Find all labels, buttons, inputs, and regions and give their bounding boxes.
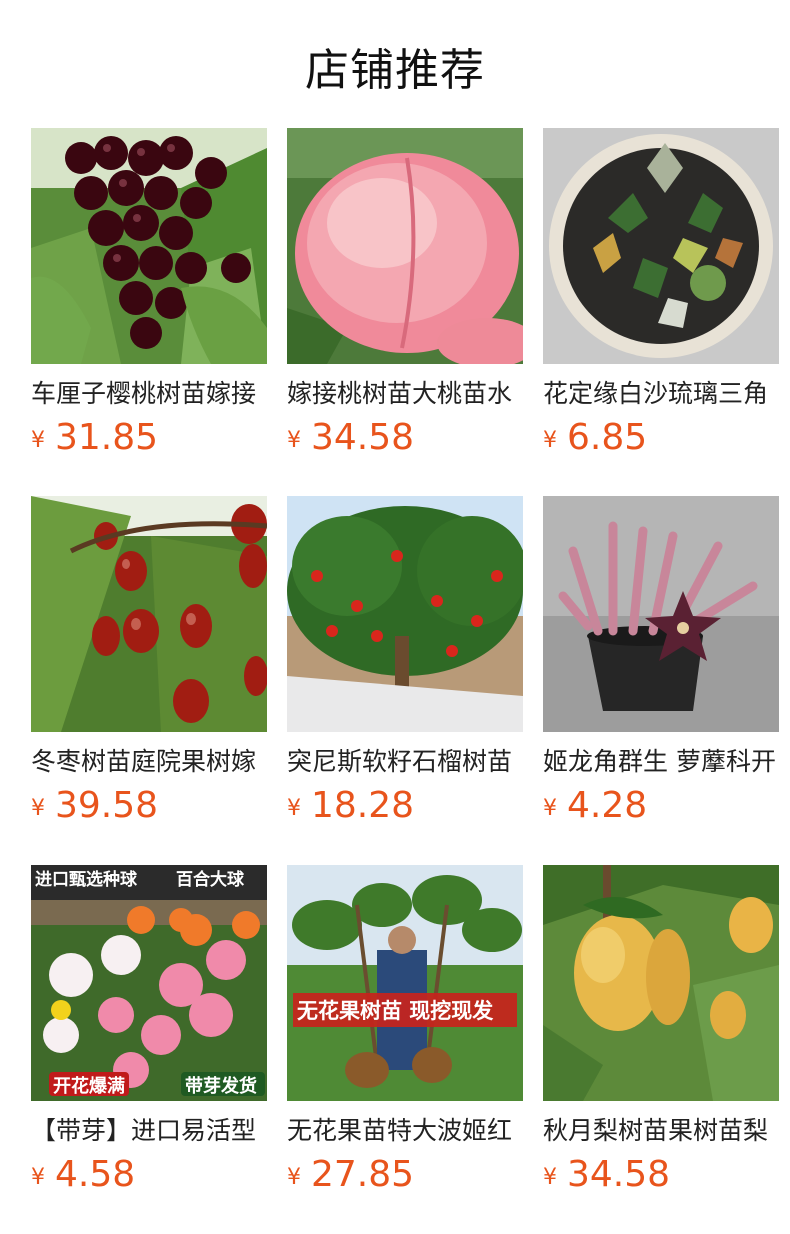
succulent-pot-image — [543, 128, 779, 364]
price-value: 27.85 — [311, 1154, 415, 1195]
product-image[interactable] — [31, 128, 267, 364]
product-image[interactable]: 进口甄选种球 百合大球 开花爆满 带芽发货 — [31, 865, 267, 1101]
product-image[interactable] — [543, 865, 779, 1101]
overlay-text: 无花果树苗 现挖现发 — [297, 999, 494, 1023]
product-price: ¥34.58 — [543, 1155, 779, 1201]
price-value: 18.28 — [311, 785, 415, 826]
overlay-text: 开花爆满 — [53, 1075, 125, 1097]
product-price: ¥4.58 — [31, 1155, 267, 1201]
overlay-text: 带芽发货 — [185, 1075, 257, 1097]
product-card[interactable]: 嫁接桃树苗大桃苗水 ¥34.58 — [287, 128, 523, 464]
pomegranate-tree-image — [287, 496, 523, 732]
currency-symbol: ¥ — [543, 796, 557, 821]
currency-symbol: ¥ — [287, 796, 301, 821]
product-name: 冬枣树苗庭院果树嫁 — [31, 747, 257, 776]
product-image[interactable] — [287, 128, 523, 364]
jujube-image — [31, 496, 267, 732]
cherry-image — [31, 128, 267, 364]
price-value: 34.58 — [311, 417, 415, 458]
currency-symbol: ¥ — [287, 1165, 301, 1190]
product-name: 无花果苗特大波姬红 — [287, 1116, 513, 1145]
price-value: 34.58 — [567, 1154, 671, 1195]
product-name: 姬龙角群生 萝藦科开 — [543, 747, 776, 776]
product-card[interactable]: 冬枣树苗庭院果树嫁 ¥39.58 — [31, 496, 267, 832]
product-name: 车厘子樱桃树苗嫁接 — [31, 379, 257, 408]
product-name: 花定缘白沙琉璃三角 — [543, 379, 769, 408]
product-name: 突尼斯软籽石榴树苗 — [287, 747, 513, 776]
product-card[interactable]: 秋月梨树苗果树苗梨 ¥34.58 — [543, 865, 779, 1201]
product-image[interactable] — [543, 128, 779, 364]
pear-image — [543, 865, 779, 1101]
currency-symbol: ¥ — [287, 428, 301, 453]
product-name: 秋月梨树苗果树苗梨 — [543, 1116, 769, 1145]
product-image[interactable] — [31, 496, 267, 732]
product-price: ¥6.85 — [543, 418, 779, 464]
product-price: ¥18.28 — [287, 786, 523, 832]
price-value: 6.85 — [567, 417, 648, 458]
product-image[interactable] — [543, 496, 779, 732]
price-value: 31.85 — [55, 417, 159, 458]
product-image[interactable] — [287, 496, 523, 732]
product-card[interactable]: 无花果树苗 现挖现发 无花果苗特大波姬红 ¥27.85 — [287, 865, 523, 1201]
product-price: ¥4.28 — [543, 786, 779, 832]
currency-symbol: ¥ — [31, 796, 45, 821]
page-title: 店铺推荐 — [305, 45, 485, 96]
product-name: 嫁接桃树苗大桃苗水 — [287, 379, 513, 408]
overlay-text: 进口甄选种球 — [35, 869, 138, 890]
fig-seedling-image: 无花果树苗 现挖现发 — [287, 865, 523, 1101]
price-value: 39.58 — [55, 785, 159, 826]
price-value: 4.28 — [567, 785, 648, 826]
currency-symbol: ¥ — [543, 428, 557, 453]
stapelia-pot-image — [543, 496, 779, 732]
product-price: ¥31.85 — [31, 418, 267, 464]
product-card[interactable]: 进口甄选种球 百合大球 开花爆满 带芽发货 【带芽】进口易活型 ¥4.58 — [31, 865, 267, 1201]
product-image[interactable]: 无花果树苗 现挖现发 — [287, 865, 523, 1101]
peach-image — [287, 128, 523, 364]
product-price: ¥27.85 — [287, 1155, 523, 1201]
product-name: 【带芽】进口易活型 — [31, 1116, 257, 1145]
currency-symbol: ¥ — [31, 428, 45, 453]
product-card[interactable]: 突尼斯软籽石榴树苗 ¥18.28 — [287, 496, 523, 832]
product-price: ¥34.58 — [287, 418, 523, 464]
price-value: 4.58 — [55, 1154, 136, 1195]
product-card[interactable]: 车厘子樱桃树苗嫁接 ¥31.85 — [31, 128, 267, 464]
product-card[interactable]: 姬龙角群生 萝藦科开 ¥4.28 — [543, 496, 779, 832]
currency-symbol: ¥ — [543, 1165, 557, 1190]
overlay-text: 百合大球 — [176, 869, 245, 890]
lily-flowers-image: 进口甄选种球 百合大球 开花爆满 带芽发货 — [31, 865, 267, 1101]
product-card[interactable]: 花定缘白沙琉璃三角 ¥6.85 — [543, 128, 779, 464]
product-price: ¥39.58 — [31, 786, 267, 832]
currency-symbol: ¥ — [31, 1165, 45, 1190]
